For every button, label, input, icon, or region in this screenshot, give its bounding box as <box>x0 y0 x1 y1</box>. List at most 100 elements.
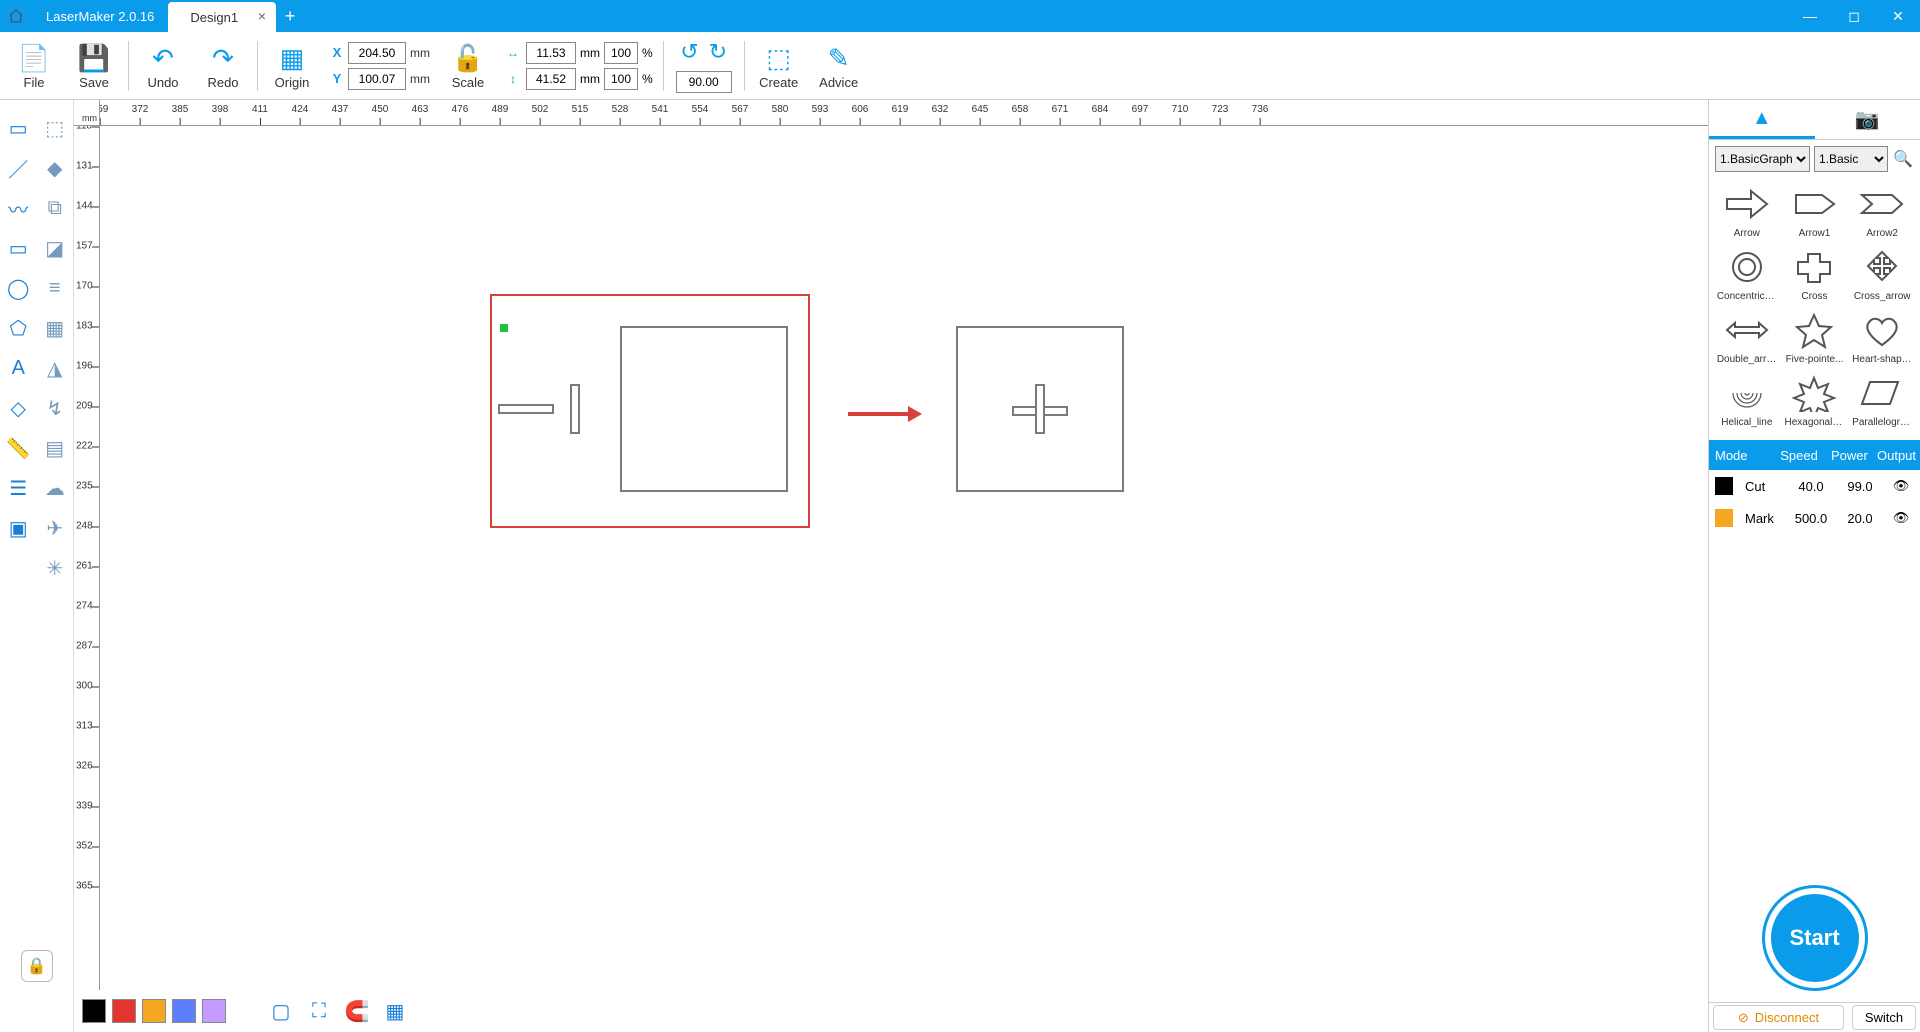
grid-tool[interactable]: ▦ <box>37 308 74 348</box>
eraser-tool[interactable]: ◇ <box>0 388 37 428</box>
rotate-ccw-icon[interactable]: ↺ <box>680 39 698 65</box>
ruler-tick: 118 <box>76 126 92 132</box>
minimize-button[interactable]: — <box>1788 0 1832 32</box>
magnet-icon[interactable]: 🧲 <box>342 996 372 1026</box>
origin-icon: ▦ <box>280 41 305 75</box>
cloud-tool[interactable]: ☁ <box>37 468 74 508</box>
disconnect-button[interactable]: ⊘ Disconnect <box>1713 1005 1844 1030</box>
create-button[interactable]: ⬚ Create <box>749 34 809 98</box>
gallery-item[interactable]: Double_arrow <box>1715 308 1779 365</box>
ruler-tick: 424 <box>292 104 309 115</box>
laser-tool[interactable]: ✳ <box>37 548 74 588</box>
color-swatch[interactable] <box>142 999 166 1023</box>
ellipse-tool[interactable]: ◯ <box>0 268 37 308</box>
close-button[interactable]: ✕ <box>1876 0 1920 32</box>
file-button[interactable]: 📄 File <box>4 34 64 98</box>
redo-button[interactable]: ↷ Redo <box>193 34 253 98</box>
layers-tool[interactable]: ☰ <box>0 468 37 508</box>
copy-tool[interactable]: ⧉ <box>37 188 74 228</box>
curve-tool[interactable]: 〰 <box>0 188 37 228</box>
close-icon[interactable]: × <box>258 8 266 24</box>
gallery-label: Helical_line <box>1721 417 1772 428</box>
width-input[interactable] <box>526 42 576 64</box>
new-tab-button[interactable]: + <box>276 0 304 32</box>
focus-icon[interactable]: ⛶ <box>304 996 334 1026</box>
ruler-tick: 710 <box>1172 104 1189 115</box>
color-swatch[interactable] <box>172 999 196 1023</box>
polygon-tool[interactable]: ⬠ <box>0 308 37 348</box>
gallery-item[interactable]: Arrow <box>1715 182 1779 239</box>
x-input[interactable] <box>348 42 406 64</box>
gallery-item[interactable]: Helical_line <box>1715 371 1779 428</box>
shape-square-left[interactable] <box>620 326 788 492</box>
gallery-category-select[interactable]: 1.BasicGraph <box>1715 146 1810 172</box>
lock-button[interactable]: 🔒 <box>21 950 53 982</box>
y-input[interactable] <box>348 68 406 90</box>
gallery-item[interactable]: Cross_arrow <box>1850 245 1914 302</box>
start-button[interactable]: Start <box>1765 888 1865 988</box>
switch-button[interactable]: Switch <box>1852 1005 1916 1030</box>
home-icon[interactable] <box>0 0 32 32</box>
tab-design1[interactable]: Design1 × <box>168 2 276 32</box>
rect-tool[interactable]: ▭ <box>0 228 37 268</box>
align-tool[interactable]: ≡ <box>37 268 74 308</box>
gallery-item[interactable]: Cross <box>1783 245 1847 302</box>
table-icon[interactable]: ▦ <box>380 996 410 1026</box>
path-tool[interactable]: ↯ <box>37 388 74 428</box>
origin-button[interactable]: ▦ Origin <box>262 34 322 98</box>
fill-tool[interactable]: ◆ <box>37 148 74 188</box>
main-toolbar: 📄 File 💾 Save ↶ Undo ↷ Redo ▦ Origin X m… <box>0 32 1920 100</box>
scale-button[interactable]: 🔓 Scale <box>438 34 498 98</box>
color-swatch[interactable] <box>202 999 226 1023</box>
search-icon[interactable]: 🔍 <box>1892 148 1914 170</box>
mirror-tool[interactable]: ◮ <box>37 348 74 388</box>
gallery-item[interactable]: Arrow1 <box>1783 182 1847 239</box>
height-input[interactable] <box>526 68 576 90</box>
gallery-item[interactable]: Concentric_... <box>1715 245 1779 302</box>
color-swatch[interactable] <box>82 999 106 1023</box>
height-pct-input[interactable] <box>604 68 638 90</box>
ruler-tick: 671 <box>1052 104 1069 115</box>
line-tool[interactable]: ／ <box>0 148 37 188</box>
rotation-input[interactable] <box>676 71 732 93</box>
advice-button[interactable]: ✎ Advice <box>809 34 869 98</box>
visibility-icon[interactable]: 👁 <box>1883 510 1919 526</box>
layer-row[interactable]: Mark500.020.0👁 <box>1709 502 1920 534</box>
gallery-item[interactable]: Five-pointe... <box>1783 308 1847 365</box>
maximize-button[interactable]: ◻ <box>1832 0 1876 32</box>
ruler-tick: 359 <box>100 104 108 115</box>
text-tool[interactable]: A <box>0 348 37 388</box>
gallery-subcategory-select[interactable]: 1.Basic <box>1814 146 1888 172</box>
trace-tool[interactable]: ✈ <box>37 508 74 548</box>
ruler-tick: 248 <box>76 521 93 532</box>
shape-vertical-bar[interactable] <box>570 384 580 434</box>
array-tool[interactable]: ▤ <box>37 428 74 468</box>
origin-marker[interactable] <box>500 324 508 332</box>
workspace: ▭⬚ ／◆ 〰⧉ ▭◪ ◯≡ ⬠▦ A◮ ◇↯ 📏▤ ☰☁ ▣✈ ✳ 🔒 mm … <box>0 100 1920 1032</box>
frame-tool[interactable]: ▣ <box>0 508 37 548</box>
shape-cross-v[interactable] <box>1035 384 1045 434</box>
canvas[interactable] <box>100 126 1708 990</box>
gallery-item[interactable]: Arrow2 <box>1850 182 1914 239</box>
width-pct-input[interactable] <box>604 42 638 64</box>
marquee-tool[interactable]: ⬚ <box>37 108 74 148</box>
color-swatch[interactable] <box>112 999 136 1023</box>
frame-icon[interactable]: ▢ <box>266 996 296 1026</box>
tab-shapes[interactable]: ▲ <box>1709 100 1815 139</box>
undo-button[interactable]: ↶ Undo <box>133 34 193 98</box>
shape-horizontal-bar[interactable] <box>498 404 554 414</box>
gallery-item[interactable]: Heart-shaped <box>1850 308 1914 365</box>
visibility-icon[interactable]: 👁 <box>1883 478 1919 494</box>
layer-row[interactable]: Cut40.099.0👁 <box>1709 470 1920 502</box>
shape-tool[interactable]: ◪ <box>37 228 74 268</box>
gallery-item[interactable]: Hexagonal_... <box>1783 371 1847 428</box>
ruler-tick: 170 <box>76 281 93 292</box>
save-button[interactable]: 💾 Save <box>64 34 124 98</box>
rotate-cw-icon[interactable]: ↻ <box>709 39 727 65</box>
ruler-tick: 658 <box>1012 104 1029 115</box>
gallery-item[interactable]: Parallelogram <box>1850 371 1914 428</box>
select-tool[interactable]: ▭ <box>0 108 37 148</box>
ruler-tool[interactable]: 📏 <box>0 428 37 468</box>
tab-camera[interactable]: 📷 <box>1815 100 1920 139</box>
lock-open-icon: 🔓 <box>452 41 484 75</box>
